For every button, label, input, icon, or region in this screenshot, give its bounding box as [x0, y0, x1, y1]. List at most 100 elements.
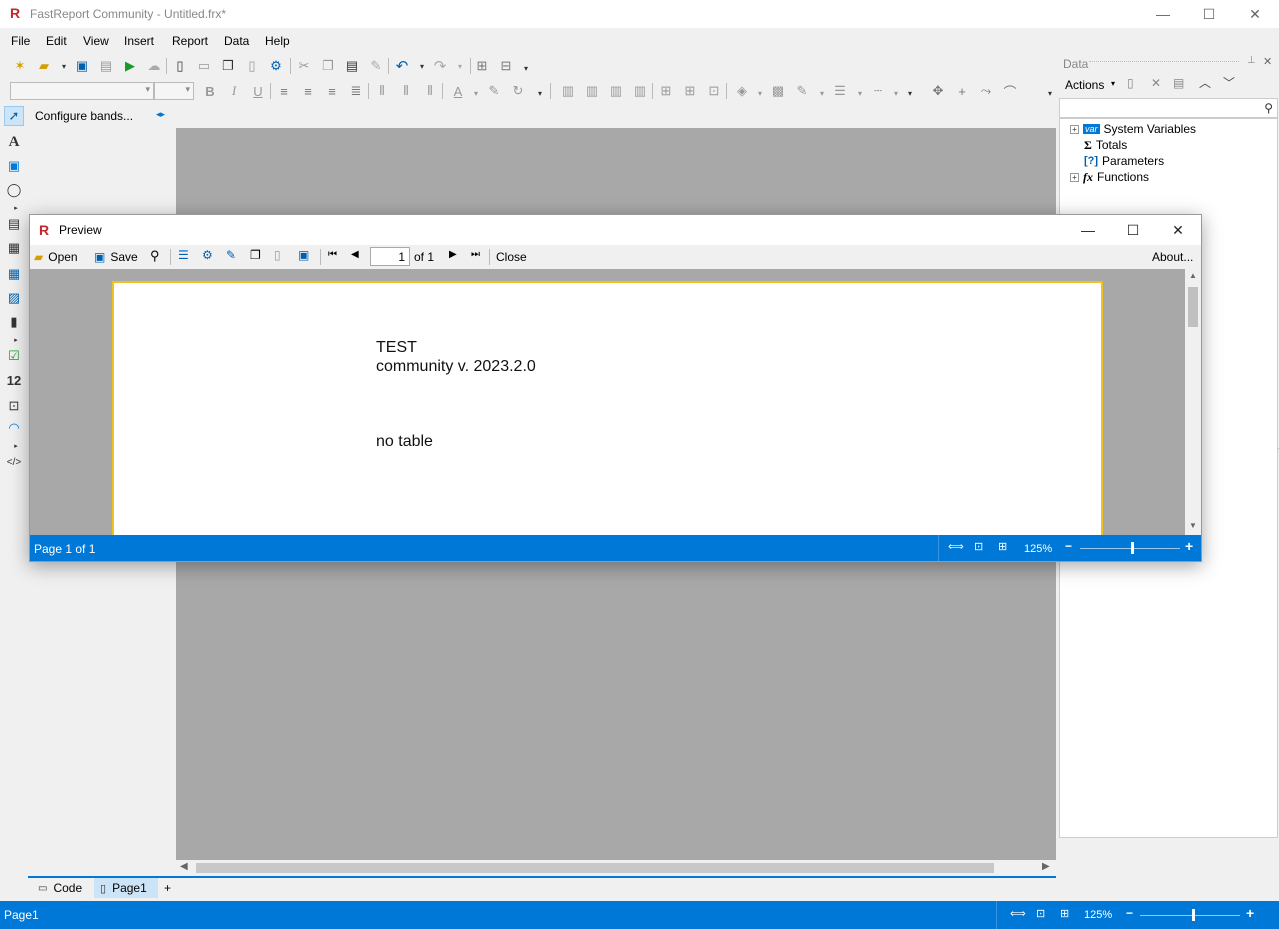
text-tool-icon[interactable]: A	[6, 134, 22, 150]
edit-icon[interactable]: ▤	[1173, 76, 1184, 90]
fill-color-icon[interactable]: ◈	[734, 83, 750, 99]
delete-page-icon[interactable]: ▯	[274, 248, 281, 262]
menu-edit[interactable]: Edit	[46, 34, 67, 48]
format-painter-icon[interactable]: ✎	[368, 58, 384, 74]
pointer-tool-icon[interactable]: ➚	[4, 106, 24, 126]
about-button[interactable]: About...	[1152, 250, 1193, 264]
align-right-icon[interactable]: ≡	[324, 83, 340, 99]
save-icon[interactable]: ▣	[74, 58, 90, 74]
subreport-tool-icon[interactable]: ▤	[6, 216, 22, 232]
preview-area[interactable]: TEST community v. 2023.2.0 no table	[30, 269, 1185, 535]
run-preview-icon[interactable]: ▶	[122, 58, 138, 74]
fit-page-icon[interactable]: ⊡	[1036, 907, 1045, 920]
preview-scroll-thumb[interactable]	[1188, 287, 1198, 327]
valign-top-icon[interactable]: ⦀	[374, 83, 390, 99]
menu-help[interactable]: Help	[265, 34, 290, 48]
menu-data[interactable]: Data	[224, 34, 249, 48]
shape-tool-icon[interactable]: ◯	[6, 182, 22, 198]
find-icon[interactable]: ⚲	[150, 248, 160, 264]
actions-dropdown-icon[interactable]: ▾	[1111, 79, 1115, 88]
open-folder-icon[interactable]: ▰	[36, 58, 52, 74]
new-datasource-icon[interactable]: ▯	[1127, 76, 1134, 90]
table-tool-icon[interactable]: ▦	[6, 240, 22, 256]
tab-page1[interactable]: ▯ Page1	[94, 878, 158, 898]
underline-icon[interactable]: U	[250, 83, 266, 99]
bold-icon[interactable]: B	[202, 83, 218, 99]
preview-fit-page-icon[interactable]: ⊡	[974, 540, 983, 553]
scroll-up-icon[interactable]: ▲	[1189, 271, 1197, 280]
align-center-icon[interactable]: ≡	[300, 83, 316, 99]
outline-icon[interactable]: ☰	[178, 248, 189, 262]
move-down-icon[interactable]: ﹀	[1223, 74, 1235, 91]
open-dropdown-icon[interactable]: ▾	[56, 58, 72, 74]
actions-menu[interactable]: Actions	[1065, 78, 1104, 92]
more-tools-arrow-icon[interactable]: ▸	[8, 200, 24, 216]
fill-dropdown-icon[interactable]: ▾	[752, 85, 768, 101]
scroll-thumb[interactable]	[196, 863, 994, 873]
copy-icon[interactable]: ❐	[320, 58, 336, 74]
toolbar-overflow-icon[interactable]: ▾	[518, 60, 534, 76]
expand-2-icon[interactable]: +	[1070, 172, 1079, 182]
tree-item-totals[interactable]: Σ Totals	[1084, 137, 1127, 153]
menu-report[interactable]: Report	[172, 34, 208, 48]
undo-dropdown-icon[interactable]: ▾	[414, 58, 430, 74]
group-icon[interactable]: ⊞	[474, 58, 490, 74]
align-lefts-icon[interactable]: ▥	[560, 83, 576, 99]
zoom-thumb[interactable]	[1192, 909, 1195, 921]
line-width-dropdown-icon[interactable]: ▾	[852, 85, 868, 101]
cellular-text-tool-icon[interactable]: ⊡	[6, 398, 22, 414]
next-page-icon[interactable]: ▶	[449, 249, 457, 260]
preview-fit-width-icon[interactable]: ⟺	[948, 540, 964, 553]
rotate-icon[interactable]: ↻	[510, 83, 526, 99]
scroll-left-icon[interactable]: ◀	[180, 861, 188, 872]
preview-zoom-thumb[interactable]	[1131, 542, 1134, 554]
font-name-combo[interactable]	[10, 82, 154, 100]
justify-icon[interactable]: ≣	[348, 83, 364, 99]
connector-icon[interactable]: ⤳	[978, 83, 994, 99]
menu-view[interactable]: View	[83, 34, 109, 48]
menu-file[interactable]: File	[11, 34, 30, 48]
expand-icon[interactable]: +	[1070, 124, 1079, 134]
chart-tool-icon[interactable]: ▨	[6, 290, 22, 306]
close-button[interactable]: ✕	[1232, 0, 1278, 28]
curve-icon[interactable]: ⌒	[1002, 83, 1018, 100]
zoom-in-icon[interactable]: +	[1246, 905, 1254, 921]
menu-insert[interactable]: Insert	[124, 34, 154, 48]
tree-item-system-variables[interactable]: + var System Variables	[1070, 121, 1196, 137]
fill-pattern-icon[interactable]: ▩	[770, 83, 786, 99]
actual-size-icon[interactable]: ⊞	[1060, 907, 1069, 920]
more-tools-arrow-3-icon[interactable]: ▸	[8, 438, 24, 454]
page-setup-icon[interactable]: ⚙	[202, 248, 213, 262]
text-color-icon[interactable]: A	[450, 83, 466, 99]
configure-bands-link[interactable]: Configure bands...	[35, 109, 133, 123]
open-button[interactable]: ▰ Open	[34, 248, 78, 266]
line-style-icon[interactable]: ┄	[870, 83, 886, 99]
line-color-dropdown-icon[interactable]: ▾	[814, 85, 830, 101]
expand-collapse-icon[interactable]: ◂▸	[156, 109, 165, 120]
ungroup-icon[interactable]: ⊟	[498, 58, 514, 74]
new-page-icon[interactable]: ▯	[172, 58, 188, 74]
close-preview-button[interactable]: Close	[496, 250, 527, 264]
zip-code-tool-icon[interactable]: 12	[6, 372, 22, 388]
align-left-icon[interactable]: ≡	[276, 83, 292, 99]
checkbox-tool-icon[interactable]: ☑	[6, 348, 22, 364]
edit-page-icon[interactable]: ✎	[226, 248, 236, 262]
move-up-icon[interactable]: ︿	[1199, 74, 1211, 91]
highlight-icon[interactable]: ✎	[486, 83, 502, 99]
data-panel-close-icon[interactable]: ✕	[1263, 55, 1272, 68]
fit-width-icon[interactable]: ⟺	[1010, 907, 1026, 920]
new-report-icon[interactable]: ✶	[12, 58, 28, 74]
redo-dropdown-icon[interactable]: ▾	[452, 58, 468, 74]
undo-icon[interactable]: ↶	[394, 58, 410, 75]
horizontal-scrollbar[interactable]: ◀ ▶	[176, 860, 1056, 876]
picture-tool-icon[interactable]: ▣	[6, 158, 22, 174]
search-icon[interactable]: ⚲	[1264, 101, 1273, 115]
preview-maximize-button[interactable]: ☐	[1110, 215, 1156, 245]
watermark-icon[interactable]: ▣	[298, 248, 309, 262]
minimize-button[interactable]: —	[1140, 0, 1186, 28]
cut-icon[interactable]: ✂	[296, 58, 312, 74]
move-icon[interactable]: ✥	[930, 83, 946, 99]
align-centers-icon[interactable]: ▥	[584, 83, 600, 99]
last-page-icon[interactable]: ⏭	[471, 249, 480, 260]
prev-page-icon[interactable]: ◀	[351, 249, 359, 260]
